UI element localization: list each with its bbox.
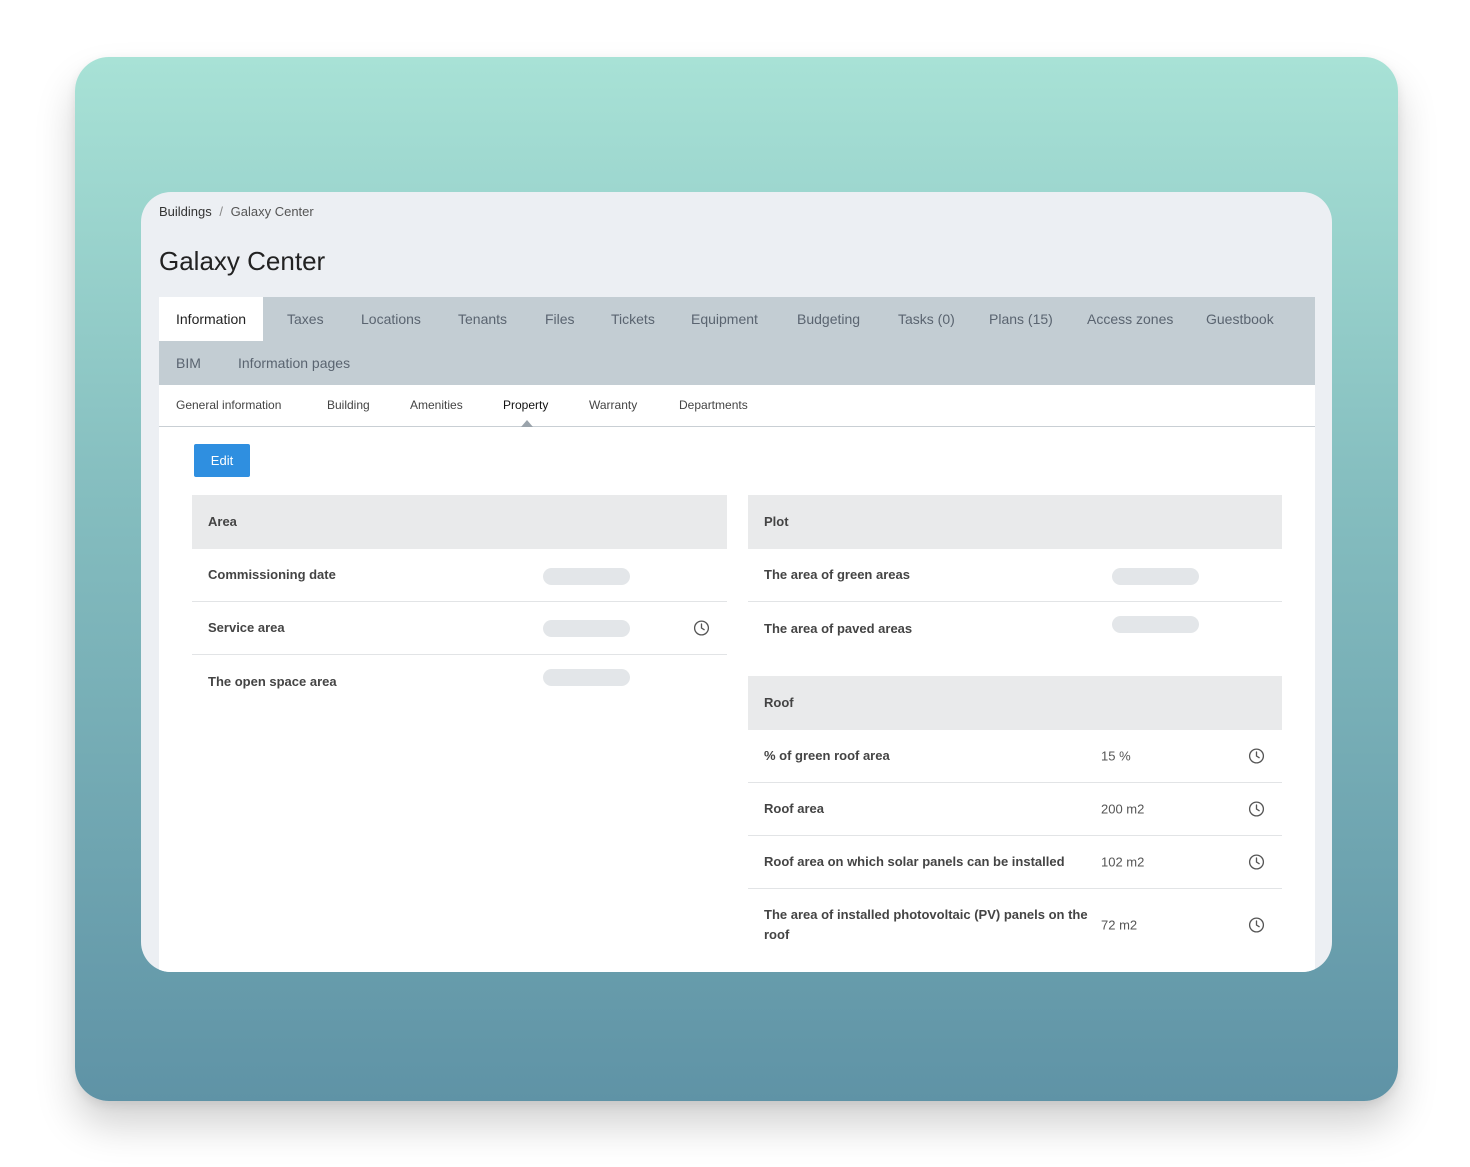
subtab-general-information[interactable]: General information (176, 398, 281, 412)
value-placeholder (1112, 568, 1199, 585)
tab-tenants[interactable]: Tenants (441, 297, 524, 341)
row-value: 200 m2 (1101, 801, 1145, 817)
table-row: Roof area on which solar panels can be i… (748, 836, 1282, 889)
row-label: Commissioning date (208, 567, 336, 582)
tab-tickets[interactable]: Tickets (594, 297, 672, 341)
row-label: The open space area (208, 673, 337, 689)
app-window: Buildings / Galaxy Center Galaxy Center … (141, 192, 1332, 972)
tab-guestbook[interactable]: Guestbook (1189, 297, 1291, 341)
plot-panel: Plot The area of green areas The area of… (748, 495, 1282, 655)
row-value: 15 % (1101, 748, 1131, 764)
history-clock-icon[interactable] (1248, 748, 1265, 765)
tab-equipment[interactable]: Equipment (674, 297, 775, 341)
tab-files[interactable]: Files (528, 297, 592, 341)
table-row: The area of installed photovoltaic (PV) … (748, 889, 1282, 961)
table-row: Service area (192, 602, 727, 655)
breadcrumb-buildings-link[interactable]: Buildings (159, 204, 212, 219)
subtab-property[interactable]: Property (503, 398, 548, 412)
row-label: Roof area on which solar panels can be i… (764, 854, 1065, 869)
area-panel: Area Commissioning date Service area The… (192, 495, 727, 708)
tab-tasks[interactable]: Tasks (0) (881, 297, 972, 341)
roof-panel: Roof % of green roof area 15 % Roof area… (748, 676, 1282, 961)
active-subtab-indicator (521, 420, 533, 427)
table-row: Commissioning date (192, 549, 727, 602)
row-label: The area of installed photovoltaic (PV) … (764, 907, 1088, 942)
tab-access-zones[interactable]: Access zones (1070, 297, 1190, 341)
edit-button[interactable]: Edit (194, 444, 250, 477)
plot-panel-title: Plot (748, 495, 1282, 549)
table-row: The open space area (192, 655, 727, 708)
breadcrumb-separator: / (219, 204, 224, 219)
value-placeholder (543, 568, 630, 585)
area-panel-title: Area (192, 495, 727, 549)
history-clock-icon[interactable] (693, 620, 710, 637)
main-tabs: Information Taxes Locations Tenants File… (159, 297, 1315, 385)
sub-tabs: General information Building Amenities P… (159, 385, 1315, 427)
value-placeholder (1112, 616, 1199, 633)
table-row: The area of green areas (748, 549, 1282, 602)
subtab-departments[interactable]: Departments (679, 398, 748, 412)
content-area: General information Building Amenities P… (159, 385, 1315, 972)
tab-budgeting[interactable]: Budgeting (780, 297, 877, 341)
tab-locations[interactable]: Locations (344, 297, 438, 341)
history-clock-icon[interactable] (1248, 801, 1265, 818)
row-label: The area of paved areas (764, 620, 913, 636)
row-value: 102 m2 (1101, 854, 1145, 870)
breadcrumb-current: Galaxy Center (230, 204, 314, 219)
subtab-amenities[interactable]: Amenities (410, 398, 463, 412)
history-clock-icon[interactable] (1248, 854, 1265, 871)
subtab-building[interactable]: Building (327, 398, 370, 412)
row-label: % of green roof area (764, 748, 890, 763)
page-title: Galaxy Center (159, 246, 326, 276)
value-placeholder (543, 620, 630, 637)
tab-taxes[interactable]: Taxes (270, 297, 341, 341)
table-row: % of green roof area 15 % (748, 730, 1282, 783)
row-label: The area of green areas (764, 567, 910, 582)
breadcrumb: Buildings / Galaxy Center (159, 204, 314, 219)
row-label: Service area (208, 620, 285, 635)
tab-plans[interactable]: Plans (15) (972, 297, 1070, 341)
tab-information[interactable]: Information (159, 297, 264, 341)
table-row: The area of paved areas (748, 602, 1282, 655)
row-value: 72 m2 (1101, 917, 1138, 933)
row-label: Roof area (764, 801, 824, 816)
history-clock-icon[interactable] (1248, 917, 1265, 934)
roof-panel-title: Roof (748, 676, 1282, 730)
tab-information-pages[interactable]: Information pages (221, 341, 367, 385)
table-row: Roof area 200 m2 (748, 783, 1282, 836)
value-placeholder (543, 669, 630, 686)
subtab-warranty[interactable]: Warranty (589, 398, 637, 412)
tab-bim[interactable]: BIM (159, 341, 218, 385)
